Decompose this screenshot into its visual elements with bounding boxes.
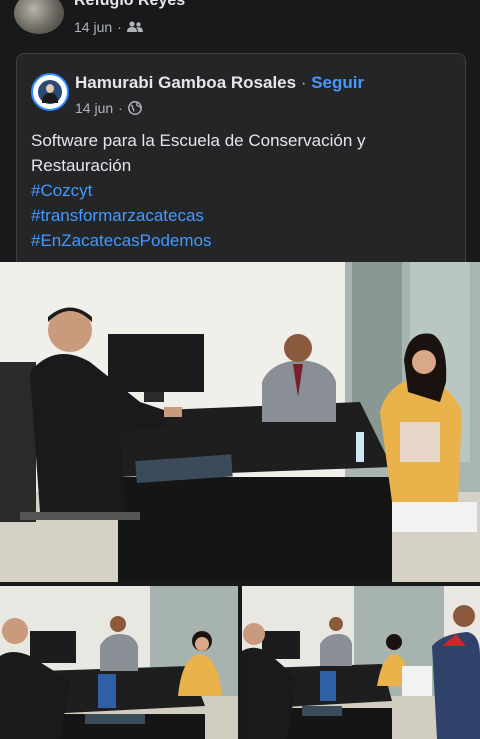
- globe-icon: [127, 101, 142, 115]
- post-meta: 14 jun ·: [74, 19, 143, 35]
- shared-post-meta: 14 jun ·: [75, 100, 142, 116]
- follow-button[interactable]: Seguir: [311, 73, 364, 92]
- post-text: Software para la Escuela de Conservación…: [31, 128, 451, 253]
- avatar[interactable]: [14, 0, 64, 34]
- post-author-name[interactable]: Refugio Reyes: [74, 0, 185, 10]
- hashtag-link[interactable]: #EnZacatecasPodemos: [31, 228, 451, 253]
- meta-separator: ·: [117, 19, 122, 35]
- post-body: Software para la Escuela de Conservación…: [31, 131, 366, 175]
- meta-separator: ·: [118, 100, 123, 116]
- hashtag-link[interactable]: #transformarzacatecas: [31, 203, 451, 228]
- avatar[interactable]: [31, 73, 69, 111]
- shared-post-date[interactable]: 14 jun: [75, 100, 113, 116]
- shared-post-header: Hamurabi Gamboa Rosales · Seguir: [75, 73, 364, 93]
- shared-author-name[interactable]: Hamurabi Gamboa Rosales: [75, 73, 296, 92]
- friends-icon: [126, 21, 143, 33]
- post-photo-2[interactable]: [0, 586, 238, 739]
- top-post-header: Refugio Reyes 14 jun ·: [0, 0, 480, 46]
- shared-post-card: Hamurabi Gamboa Rosales · Seguir 14 jun …: [16, 53, 466, 274]
- header-separator: ·: [300, 73, 307, 92]
- post-photo-main[interactable]: [0, 262, 480, 582]
- post-photo-3[interactable]: [242, 586, 480, 739]
- hashtag-link[interactable]: #Cozcyt: [31, 178, 451, 203]
- post-date[interactable]: 14 jun: [74, 19, 112, 35]
